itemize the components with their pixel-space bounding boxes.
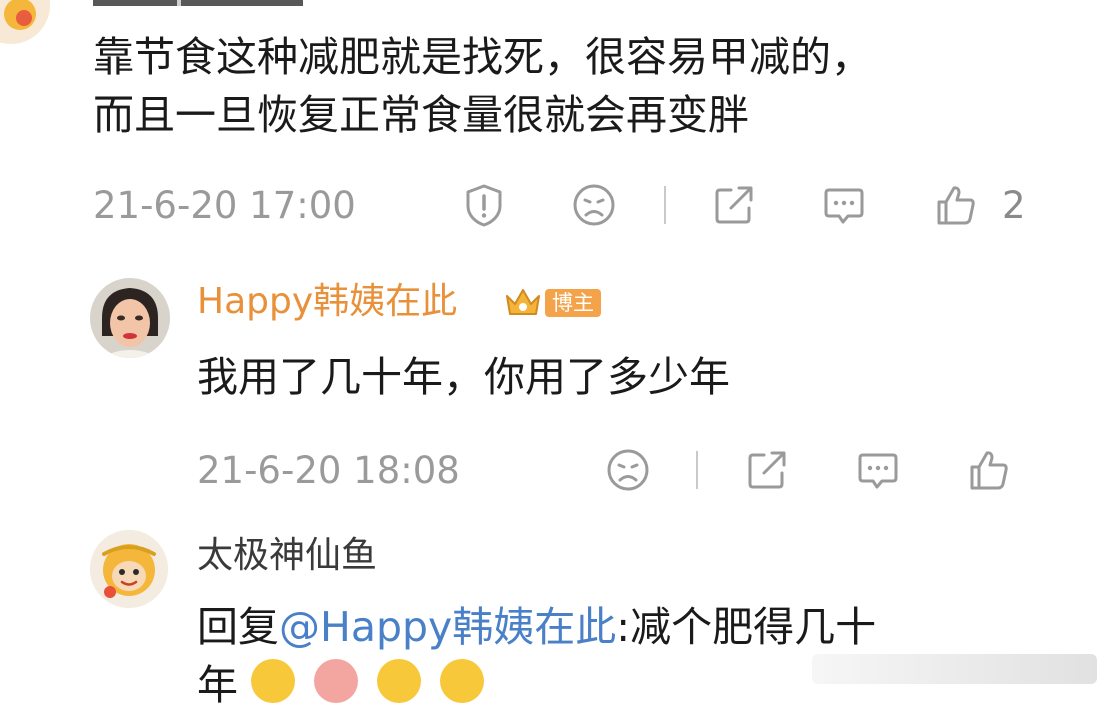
dislike-icon xyxy=(573,184,615,226)
like-button[interactable] xyxy=(931,180,981,230)
comment-icon xyxy=(824,188,864,224)
divider xyxy=(696,451,698,489)
like-button[interactable] xyxy=(964,445,1014,495)
grin-emoji-icon xyxy=(377,659,422,703)
dislike-button[interactable] xyxy=(569,180,619,230)
report-button[interactable] xyxy=(459,180,509,230)
like-icon xyxy=(970,451,1008,490)
comment-text: 我用了几十年，你用了多少年 xyxy=(197,353,730,401)
comment-button[interactable] xyxy=(853,445,903,495)
laughing-emoji-icon xyxy=(251,659,296,703)
comment-text-line-2: 而且一旦恢复正常食量很就会再变胖 xyxy=(93,91,749,139)
reply-text-line-2: 年 xyxy=(197,661,238,709)
reply-text: :减个肥得几十 xyxy=(616,603,877,651)
badge-label: 博主 xyxy=(545,289,601,317)
pig-emoji-icon xyxy=(314,659,359,703)
share-icon xyxy=(748,451,786,489)
watermark xyxy=(812,654,1097,684)
divider xyxy=(664,186,666,224)
comment-text-line-2: 年 xyxy=(197,656,876,714)
comment-text-line-1: 回复@Happy韩姨在此:减个肥得几十 xyxy=(197,598,876,656)
tears-of-joy-emoji-icon xyxy=(440,659,485,703)
dislike-icon xyxy=(607,449,649,491)
username[interactable]: 太极神仙鱼 xyxy=(197,536,377,576)
username[interactable]: Happy韩姨在此 xyxy=(197,282,457,322)
reply-prefix: 回复 xyxy=(197,603,279,651)
comment-text: 回复@Happy韩姨在此:减个肥得几十 年 xyxy=(197,598,876,714)
avatar[interactable] xyxy=(90,530,168,608)
report-icon xyxy=(466,184,502,227)
comment-time: 21-6-20 18:08 xyxy=(197,449,460,492)
comment-time: 21-6-20 17:00 xyxy=(93,184,356,227)
comment-button[interactable] xyxy=(819,180,869,230)
mention-link[interactable]: @Happy韩姨在此 xyxy=(279,603,616,651)
share-button[interactable] xyxy=(709,180,759,230)
author-badge: 博主 xyxy=(503,286,601,320)
share-button[interactable] xyxy=(742,445,792,495)
like-icon xyxy=(937,186,975,225)
like-count: 2 xyxy=(1002,184,1026,227)
avatar[interactable] xyxy=(0,0,50,44)
dislike-button[interactable] xyxy=(603,445,653,495)
comment-text-line-1: 靠节食这种减肥就是找死，很容易甲减的， xyxy=(93,33,872,81)
avatar[interactable] xyxy=(90,278,170,358)
comment-icon xyxy=(858,453,898,489)
username-truncated[interactable] xyxy=(93,0,303,6)
crown-icon xyxy=(506,289,540,315)
share-icon xyxy=(715,186,753,224)
comment-text: 靠节食这种减肥就是找死，很容易甲减的， 而且一旦恢复正常食量很就会再变胖 xyxy=(93,28,872,144)
